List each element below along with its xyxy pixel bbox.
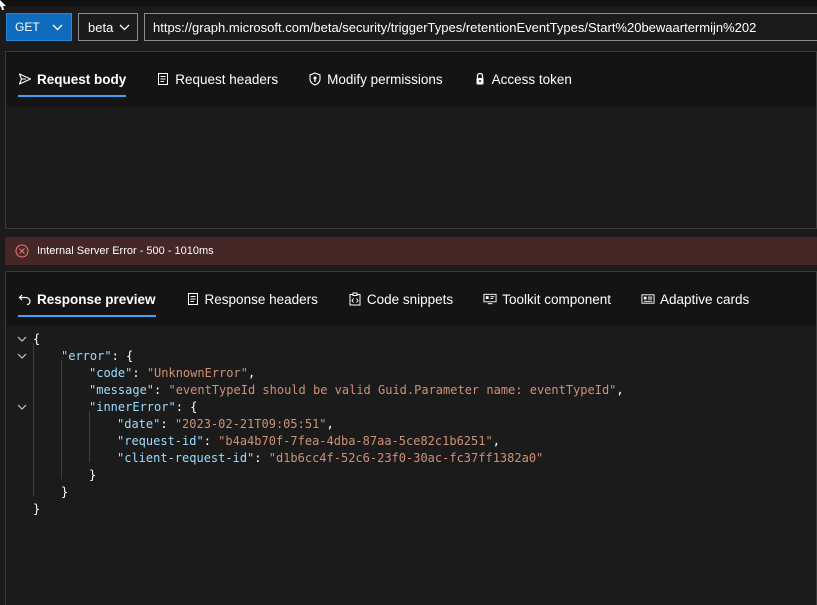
tab-request-headers[interactable]: Request headers (156, 52, 278, 106)
tab-request-body[interactable]: Request body (18, 52, 127, 106)
json-line: "innerError": { (89, 400, 198, 414)
tab-code-snippets[interactable]: Code snippets (348, 272, 453, 326)
tab-label: Toolkit component (502, 291, 611, 307)
json-string: "UnknownError" (146, 366, 248, 380)
tab-response-headers[interactable]: Response headers (186, 272, 318, 326)
lock-icon (473, 72, 487, 86)
json-string: "2023-02-21T09:05:51" (174, 417, 327, 431)
json-line: } (89, 467, 96, 484)
indent-guide (33, 343, 34, 496)
tab-label: Adaptive cards (660, 291, 750, 307)
tab-access-token[interactable]: Access token (473, 52, 572, 106)
json-line: { (33, 331, 40, 348)
json-key: "date" (117, 417, 161, 431)
query-bar: GET beta (0, 0, 817, 48)
send-icon (18, 72, 32, 86)
status-message-bar: Internal Server Error - 500 - 1010ms (5, 237, 817, 265)
json-string: "d1b6cc4f-52c6-23f0-30ac-fc37ff1382a0" (268, 451, 544, 465)
response-tabs: Response preview Response headers Code s… (6, 272, 816, 326)
indent-guide (89, 411, 90, 462)
tab-label: Modify permissions (327, 71, 443, 87)
tab-label: Response preview (37, 291, 156, 307)
top-strip (0, 0, 817, 6)
json-string: "eventTypeId should be valid Guid.Parame… (168, 383, 617, 397)
toolkit-icon (483, 292, 497, 306)
tab-label: Access token (491, 71, 572, 87)
mouse-cursor-icon (0, 0, 6, 10)
tab-modify-permissions[interactable]: Modify permissions (308, 52, 443, 106)
document-icon (186, 292, 200, 306)
json-string: "b4a4b70f-7fea-4dba-87aa-5ce82c1b6251" (218, 434, 493, 448)
tab-adaptive-cards[interactable]: Adaptive cards (641, 272, 749, 326)
json-line: "date": "2023-02-21T09:05:51", (117, 417, 334, 431)
request-panel: Request body Request headers Modify perm… (5, 51, 817, 229)
code-clipboard-icon (348, 292, 362, 306)
shield-key-icon (308, 72, 322, 86)
url-input[interactable] (144, 13, 817, 41)
indent-guide (61, 360, 62, 479)
json-line: } (61, 484, 68, 501)
json-line: } (33, 501, 40, 518)
json-line: "error": { (61, 349, 134, 363)
api-version-dropdown[interactable]: beta (78, 13, 138, 41)
tab-response-preview[interactable]: Response preview (18, 272, 156, 326)
tab-toolkit-component[interactable]: Toolkit component (483, 272, 611, 326)
document-icon (156, 72, 170, 86)
json-key: "innerError" (89, 400, 176, 414)
fold-chevron-icon[interactable] (16, 350, 28, 362)
card-icon (641, 292, 655, 306)
json-brace: } (33, 502, 41, 516)
chevron-down-icon (119, 24, 130, 30)
json-brace: { (33, 332, 41, 346)
tab-label: Response headers (204, 291, 318, 307)
request-tabs: Request body Request headers Modify perm… (6, 52, 816, 106)
http-method-value: GET (15, 20, 40, 34)
tab-label: Request headers (175, 71, 279, 87)
json-key: "message" (89, 383, 155, 397)
tab-label: Code snippets (366, 291, 454, 307)
response-panel: Response preview Response headers Code s… (5, 271, 817, 605)
fold-chevron-icon[interactable] (16, 333, 28, 345)
json-brace: } (61, 485, 69, 499)
fold-chevron-icon[interactable] (16, 401, 28, 413)
json-key: "error" (61, 349, 112, 363)
json-key: "client-request-id" (117, 451, 255, 465)
json-brace: } (89, 468, 97, 482)
undo-arrow-icon (18, 292, 32, 306)
response-json-viewer[interactable]: { "error": { "code": "UnknownError", "me… (6, 326, 816, 605)
api-version-value: beta (88, 19, 114, 35)
tab-label: Request body (37, 71, 127, 87)
chevron-down-icon (52, 24, 63, 30)
json-line: "request-id": "b4a4b70f-7fea-4dba-87aa-5… (117, 434, 500, 448)
http-method-dropdown[interactable]: GET (6, 13, 72, 41)
json-line: "message": "eventTypeId should be valid … (89, 383, 624, 397)
json-key: "request-id" (117, 434, 204, 448)
json-line: "code": "UnknownError", (89, 366, 256, 380)
json-line: "client-request-id": "d1b6cc4f-52c6-23f0… (117, 451, 544, 465)
request-body-editor[interactable] (6, 106, 816, 228)
error-circle-icon (15, 244, 29, 258)
json-key: "code" (89, 366, 133, 380)
status-text: Internal Server Error - 500 - 1010ms (37, 245, 214, 257)
